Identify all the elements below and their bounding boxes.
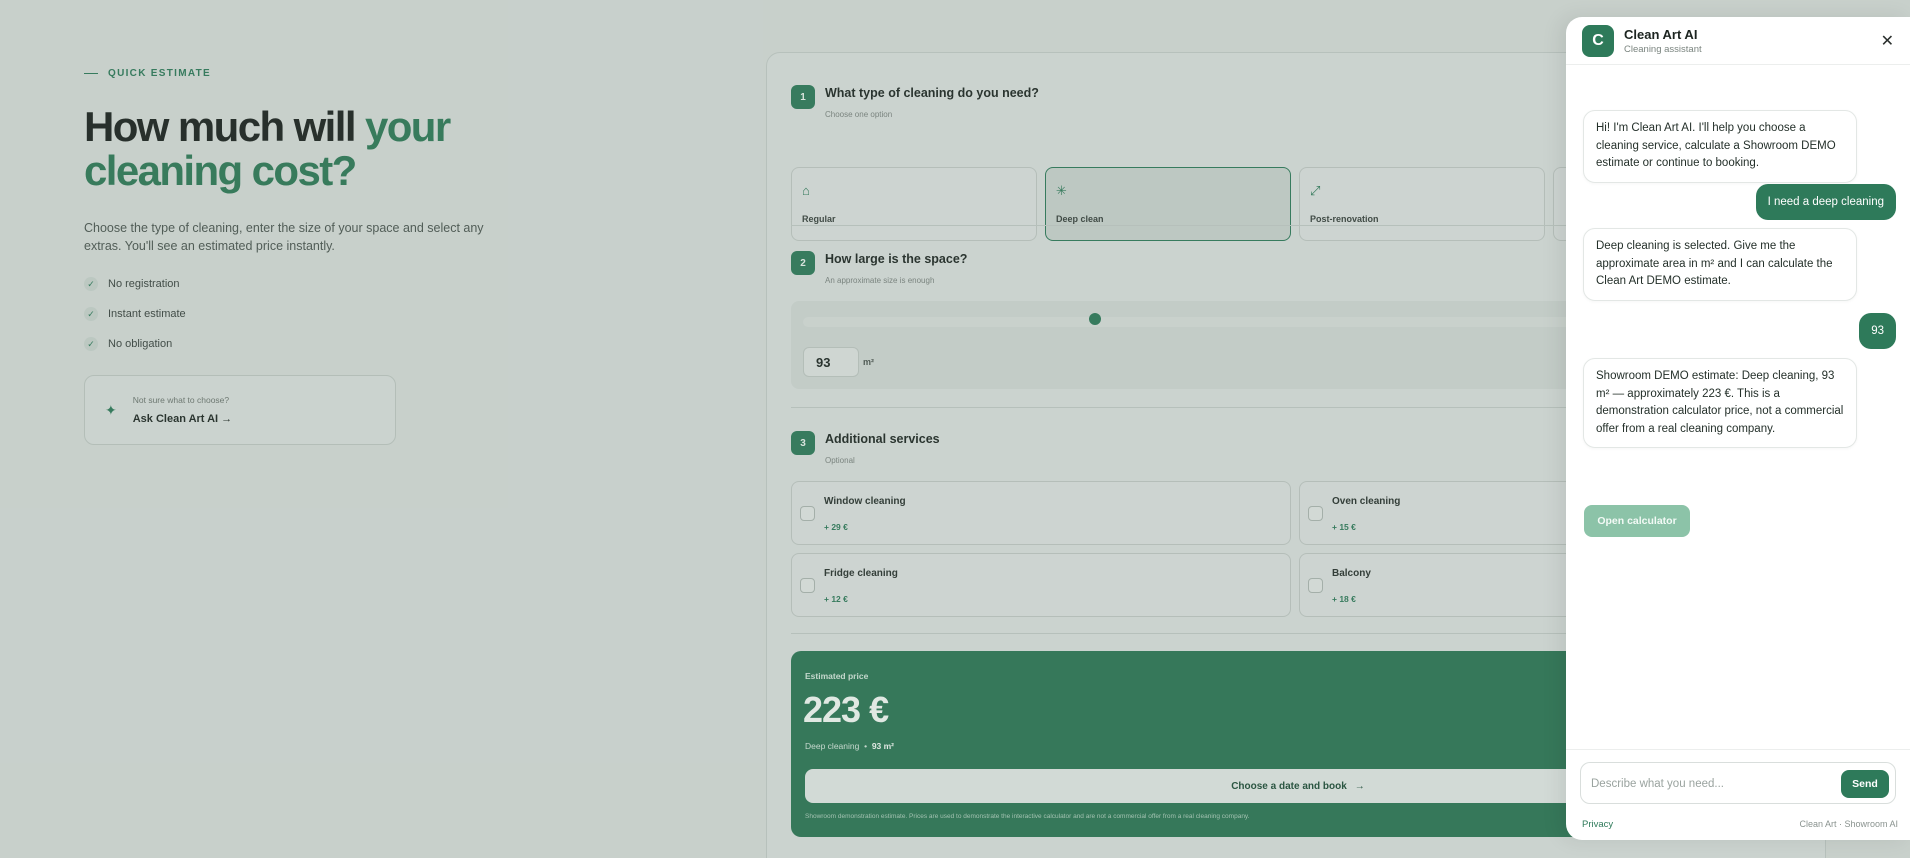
step-number: 3 xyxy=(791,431,815,455)
estimated-price: 223 € xyxy=(803,689,889,730)
chat-identity: Clean Art AI Cleaning assistant xyxy=(1624,27,1702,55)
user-message: I need a deep cleaning xyxy=(1755,184,1896,220)
brand-footer: Clean Art · Showroom AI xyxy=(1799,819,1898,829)
hero-section: QUICK ESTIMATE How much will your cleanin… xyxy=(84,68,544,445)
extra-price: + 18 € xyxy=(1332,594,1356,604)
ask-ai-hint: Not sure what to choose? xyxy=(132,395,230,405)
size-unit: m² xyxy=(863,357,874,367)
user-message: 93 xyxy=(1859,313,1896,349)
bot-message: Hi! I'm Clean Art AI. I'll help you choo… xyxy=(1583,110,1857,183)
benefit-label: No obligation xyxy=(108,338,173,350)
eyebrow: QUICK ESTIMATE xyxy=(84,68,544,79)
extra-price: + 29 € xyxy=(824,522,848,532)
extra-name: Window cleaning xyxy=(824,496,906,507)
benefit-label: Instant estimate xyxy=(108,308,186,320)
close-icon[interactable]: ✕ xyxy=(1881,31,1894,51)
check-icon: ✓ xyxy=(84,277,98,291)
type-option-post-renovation[interactable]: ⤢ Post-renovation xyxy=(1299,167,1545,241)
step-title: Additional services xyxy=(825,432,940,446)
arrow-right-icon: → xyxy=(1354,780,1365,792)
bot-message: Showroom DEMO estimate: Deep cleaning, 9… xyxy=(1583,358,1857,448)
headline-accent-1: your xyxy=(364,103,451,150)
estimate-summary: Deep cleaning • 93 m² xyxy=(805,741,894,751)
chat-panel: C Clean Art AI Cleaning assistant ✕ Hi! … xyxy=(1566,17,1910,840)
summary-size: 93 m² xyxy=(871,741,895,751)
lead-text: Choose the type of cleaning, enter the s… xyxy=(84,221,484,253)
step-number: 2 xyxy=(791,251,815,275)
type-option-label: Regular xyxy=(802,214,836,224)
step-subtitle: An approximate size is enough xyxy=(825,276,935,285)
check-icon: ✓ xyxy=(84,337,98,351)
extra-price: + 15 € xyxy=(1332,522,1356,532)
chat-composer: Send xyxy=(1580,762,1896,804)
chat-input[interactable] xyxy=(1591,773,1821,795)
eyebrow-line xyxy=(84,72,98,75)
open-calculator-button[interactable]: Open calculator xyxy=(1584,505,1690,537)
step-subtitle: Choose one option xyxy=(825,110,893,119)
sparkle-icon: ✦ xyxy=(105,401,117,418)
send-button[interactable]: Send xyxy=(1841,770,1889,798)
ask-ai-link[interactable]: Ask Clean Art AI → xyxy=(133,413,232,425)
page-title: How much will your cleaning cost? xyxy=(84,105,544,193)
check-icon: ✓ xyxy=(84,307,98,321)
extra-name: Oven cleaning xyxy=(1332,496,1401,507)
summary-separator: • xyxy=(864,741,868,751)
bot-message: Deep cleaning is selected. Give me the a… xyxy=(1583,228,1857,301)
extra-checkbox[interactable] xyxy=(800,578,815,593)
benefit-item: ✓ No obligation xyxy=(84,329,544,359)
extra-name: Balcony xyxy=(1332,568,1371,579)
ask-ai-card[interactable]: ✦ Not sure what to choose? Ask Clean Art… xyxy=(84,375,396,445)
step-number: 1 xyxy=(791,85,815,109)
ask-ai-text: Not sure what to choose? Ask Clean Art A… xyxy=(133,395,232,425)
benefit-label: No registration xyxy=(108,278,180,290)
estimate-label: Estimated price xyxy=(805,671,869,681)
benefit-item: ✓ Instant estimate xyxy=(84,299,544,329)
extra-fridge-cleaning[interactable]: Fridge cleaning + 12 € xyxy=(791,553,1291,617)
benefit-list: ✓ No registration ✓ Instant estimate ✓ No o… xyxy=(84,269,544,359)
size-slider-thumb[interactable] xyxy=(1089,313,1101,325)
type-option-regular[interactable]: ⌂ Regular xyxy=(791,167,1037,241)
summary-type: Deep cleaning xyxy=(805,741,860,751)
chat-footer: Send Privacy Clean Art · Showroom AI xyxy=(1566,749,1910,840)
privacy-link[interactable]: Privacy xyxy=(1582,819,1613,830)
headline-accent-2: cleaning cost? xyxy=(84,147,357,194)
extra-checkbox[interactable] xyxy=(1308,506,1323,521)
type-option-label: Post-renovation xyxy=(1310,214,1379,224)
size-input[interactable]: 93 xyxy=(803,347,859,377)
avatar: C xyxy=(1582,24,1614,57)
extra-checkbox[interactable] xyxy=(800,506,815,521)
extra-window-cleaning[interactable]: Window cleaning + 29 € xyxy=(791,481,1291,545)
extra-checkbox[interactable] xyxy=(1308,578,1323,593)
chat-title: Clean Art AI xyxy=(1624,26,1698,42)
tools-icon: ⤢ xyxy=(1310,183,1321,198)
book-button-label: Choose a date and book xyxy=(1231,780,1347,792)
step-title: How large is the space? xyxy=(825,252,968,266)
disclaimer: Showroom demonstration estimate. Prices … xyxy=(805,813,1250,820)
home-icon: ⌂ xyxy=(802,183,810,198)
type-option-label: Deep clean xyxy=(1056,214,1104,224)
chat-header: C Clean Art AI Cleaning assistant ✕ xyxy=(1566,17,1910,65)
sparkle-icon: ✳ xyxy=(1056,183,1067,198)
extra-name: Fridge cleaning xyxy=(824,568,898,579)
eyebrow-text: QUICK ESTIMATE xyxy=(108,68,212,79)
chat-messages: Hi! I'm Clean Art AI. I'll help you choo… xyxy=(1566,65,1910,733)
type-option-deep-clean[interactable]: ✳ Deep clean xyxy=(1045,167,1291,241)
step-title: What type of cleaning do you need? xyxy=(825,86,1039,100)
extra-price: + 12 € xyxy=(824,594,848,604)
chat-subtitle: Cleaning assistant xyxy=(1624,43,1702,55)
step-subtitle: Optional xyxy=(825,456,855,465)
headline-plain: How much will xyxy=(84,103,365,150)
benefit-item: ✓ No registration xyxy=(84,269,544,299)
